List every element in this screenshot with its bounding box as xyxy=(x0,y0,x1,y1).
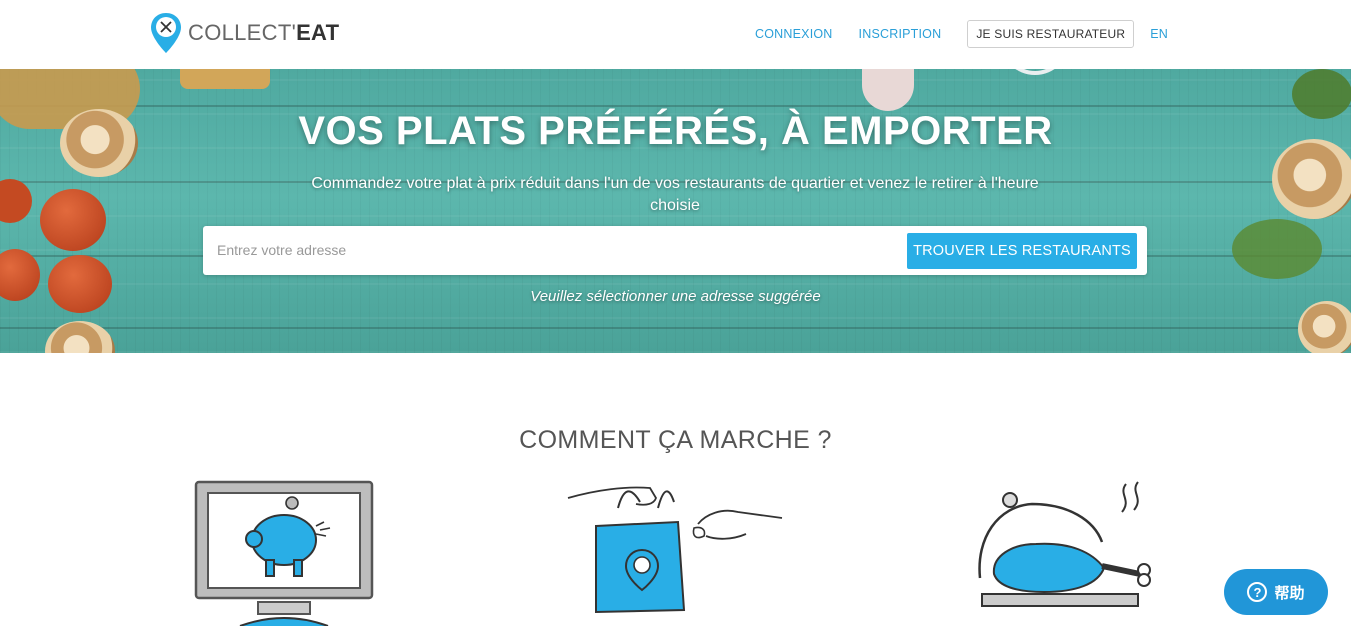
site-logo[interactable]: COLLECT'EAT xyxy=(150,12,339,54)
wood-plank-line xyxy=(0,105,1351,107)
help-label: 帮助 xyxy=(1274,583,1305,602)
hero-title: VOS PLATS PRÉFÉRÉS, À EMPORTER xyxy=(298,109,1053,153)
language-switch-link[interactable]: EN xyxy=(1150,27,1168,41)
help-button[interactable]: ? 帮助 xyxy=(1224,569,1328,615)
site-header: COLLECT'EAT CONNEXION INSCRIPTION JE SUI… xyxy=(0,0,1351,69)
wood-plank-line xyxy=(0,327,1351,329)
tomato-decoration xyxy=(0,179,32,223)
map-pin-icon xyxy=(150,12,182,54)
bread-decoration xyxy=(180,69,270,89)
logo-text: COLLECT'EAT xyxy=(188,20,340,45)
serving-dish-chicken-icon xyxy=(972,478,1162,614)
signup-link[interactable]: INSCRIPTION xyxy=(859,27,942,41)
find-restaurants-button[interactable]: TROUVER LES RESTAURANTS xyxy=(907,233,1137,269)
address-hint: Veuillez sélectionner une adresse suggér… xyxy=(530,288,821,305)
snail-shell-decoration xyxy=(45,321,115,353)
address-input[interactable] xyxy=(217,236,897,264)
top-nav: CONNEXION INSCRIPTION JE SUIS RESTAURATE… xyxy=(755,20,1168,48)
login-link[interactable]: CONNEXION xyxy=(755,27,833,41)
computer-piggybank-icon xyxy=(192,478,378,626)
tomato-decoration xyxy=(40,189,106,251)
shopping-bag-handover-icon xyxy=(566,478,786,614)
snail-shell-decoration xyxy=(1298,301,1351,353)
how-it-works-title: COMMENT ÇA MARCHE ? xyxy=(519,426,832,454)
bowl-decoration xyxy=(1000,69,1070,75)
hero-banner: VOS PLATS PRÉFÉRÉS, À EMPORTER Commandez… xyxy=(0,69,1351,353)
herb-decoration xyxy=(1232,219,1322,279)
restaurateur-button[interactable]: JE SUIS RESTAURATEUR xyxy=(967,20,1135,48)
question-circle-icon: ? xyxy=(1247,582,1268,602)
address-search-box: TROUVER LES RESTAURANTS xyxy=(203,226,1147,275)
hero-subtitle: Commandez votre plat à prix réduit dans … xyxy=(311,175,1039,214)
